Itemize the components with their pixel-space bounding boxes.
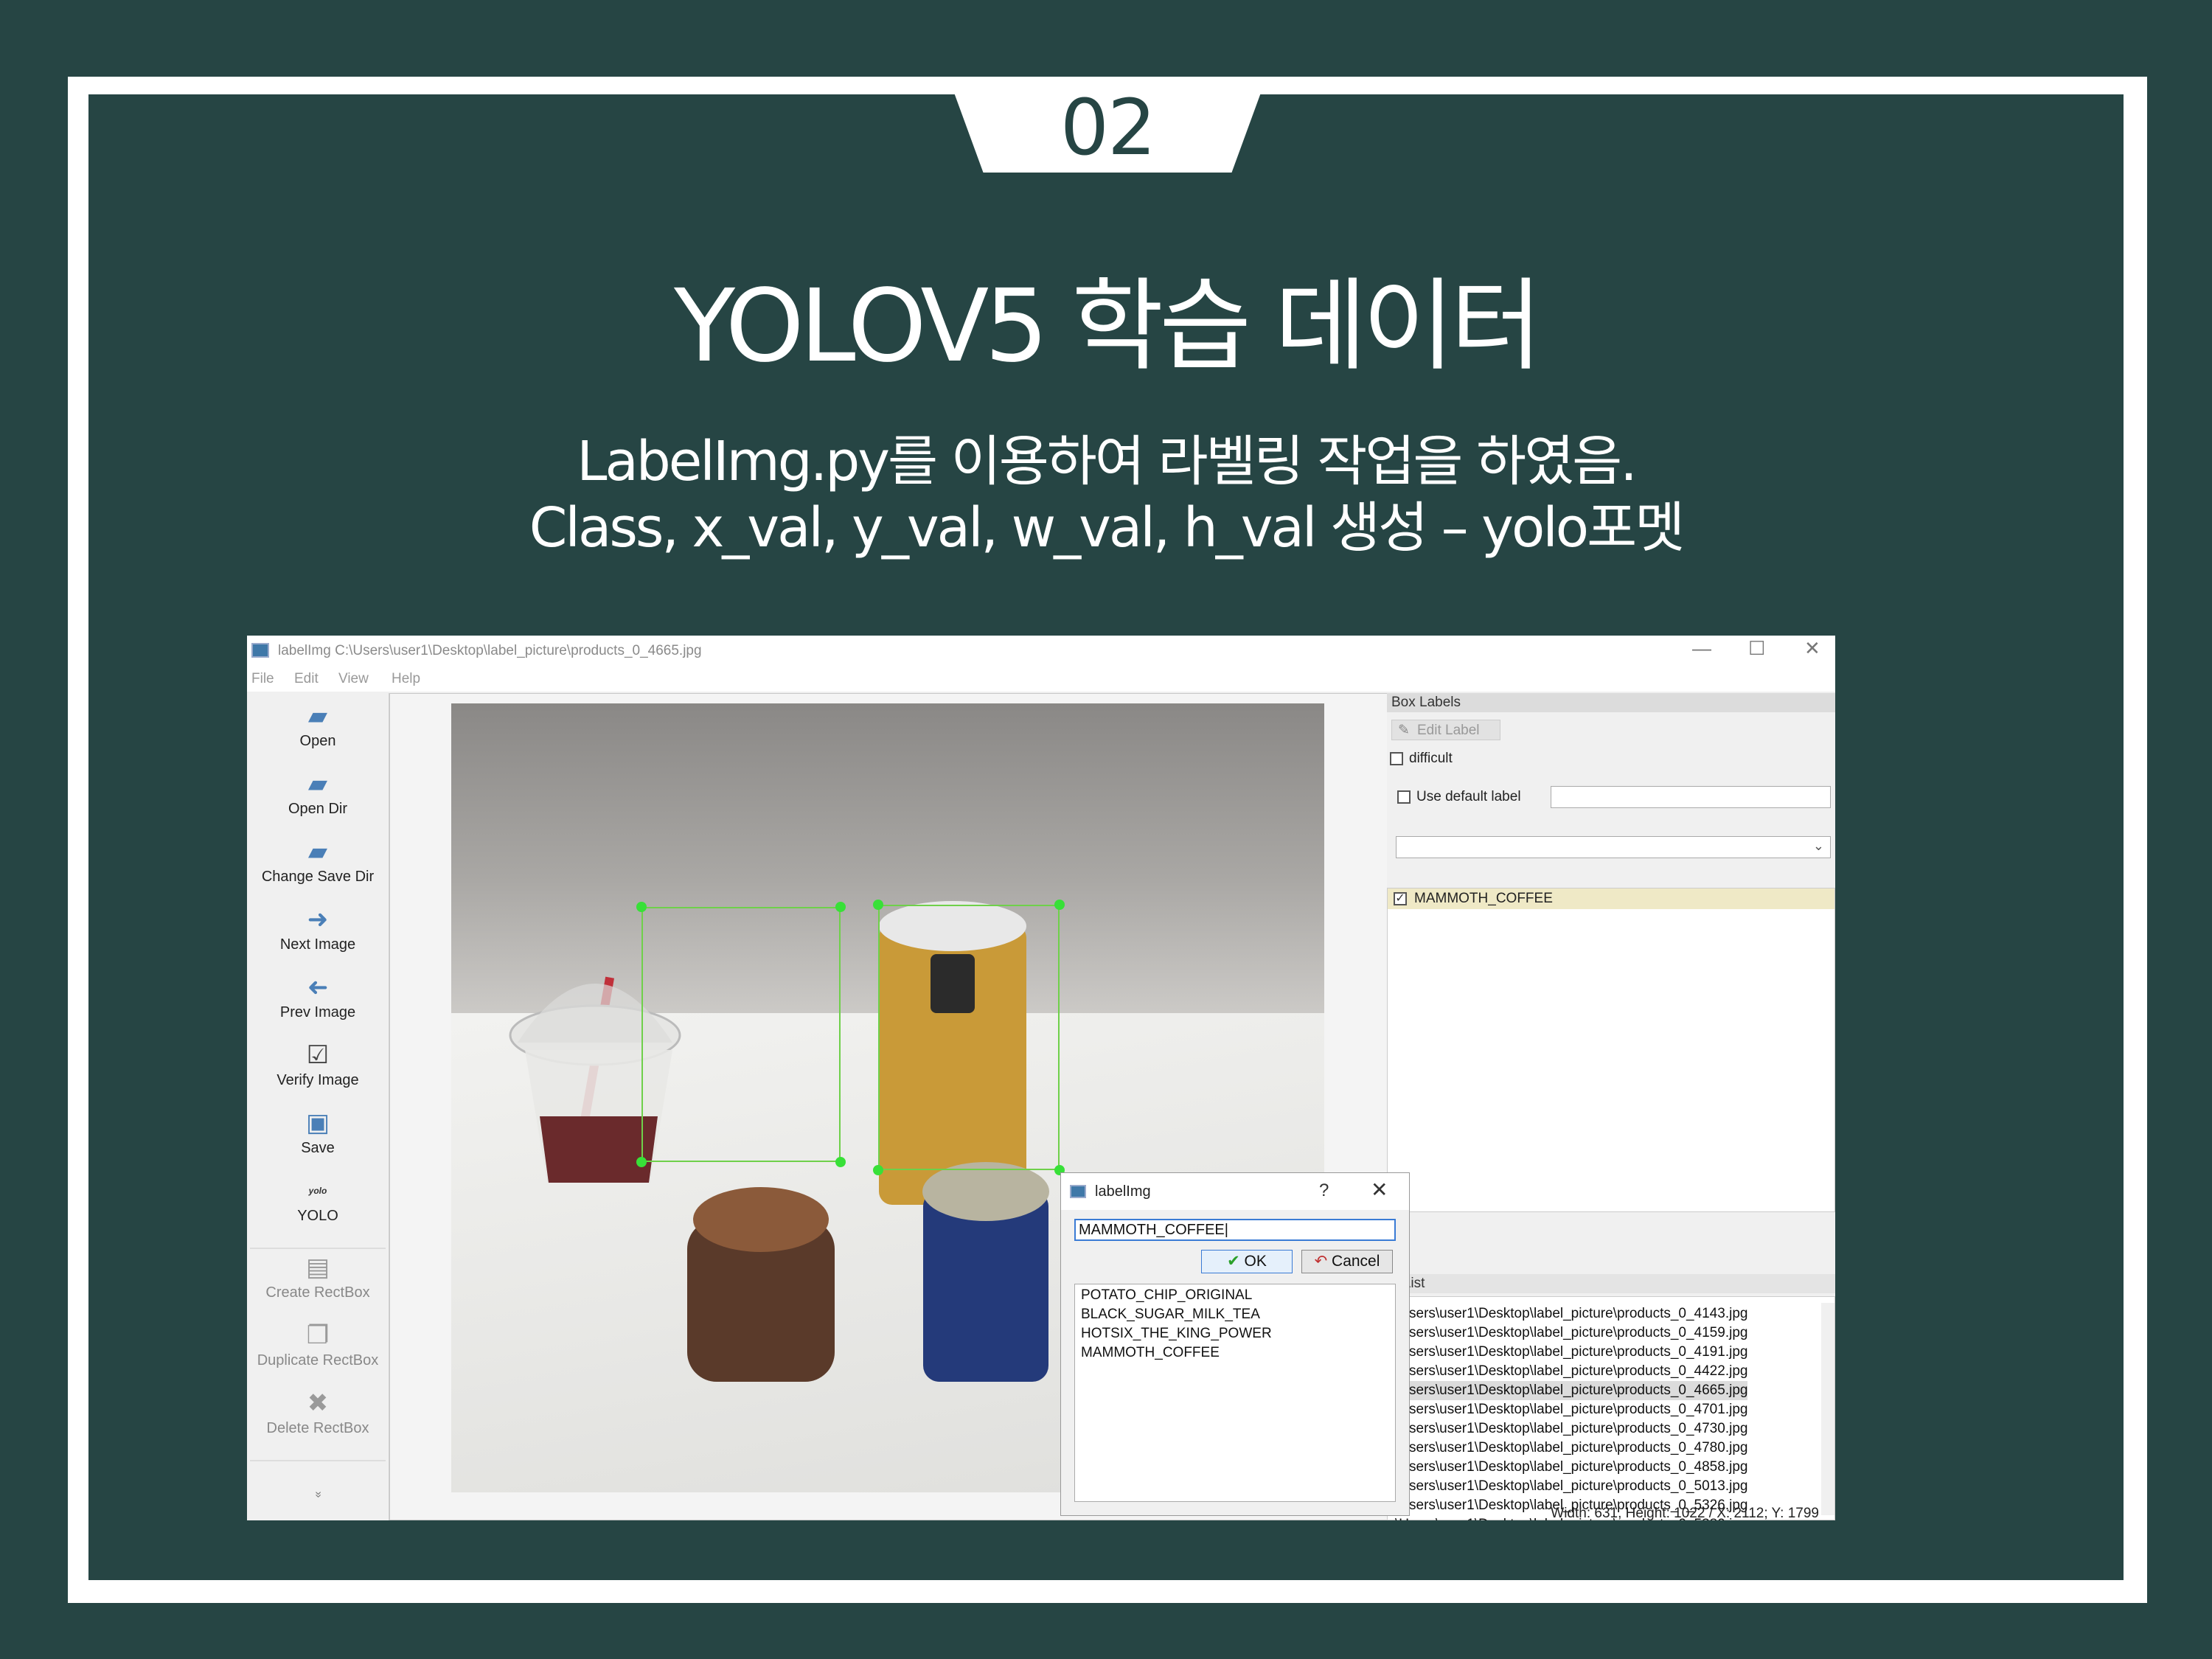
file-list-item[interactable]: \Users\user1\Desktop\label_picture\produ… xyxy=(1395,1400,1747,1419)
label-item-mammoth-coffee[interactable]: ✓ MAMMOTH_COFFEE xyxy=(1388,888,1834,909)
dialog-title: labelImg xyxy=(1095,1183,1151,1200)
window-title: labelImg C:\Users\user1\Desktop\label_pi… xyxy=(278,643,702,658)
open-button[interactable]: ▰ Open xyxy=(247,702,389,750)
undo-arrow-icon: ↶ xyxy=(1314,1253,1332,1270)
list-item[interactable]: POTATO_CHIP_ORIGINAL xyxy=(1081,1287,1252,1304)
menu-file[interactable]: File xyxy=(251,671,274,687)
box-labels-header: Box Labels xyxy=(1387,693,1835,712)
edit-label-button[interactable]: ✎ Edit Label xyxy=(1391,720,1500,740)
toolbar-separator xyxy=(250,1248,386,1249)
slide-title: YOLOV5 학습 데이터 xyxy=(674,268,1543,385)
duplicate-rectbox-button[interactable]: ❐ Duplicate RectBox xyxy=(247,1321,389,1369)
hotsix-can-top xyxy=(922,1162,1049,1221)
use-default-label-checkbox[interactable] xyxy=(1397,790,1411,804)
next-image-button[interactable]: ➜ Next Image xyxy=(247,905,389,953)
menu-view[interactable]: View xyxy=(338,671,369,687)
yolo-format-button[interactable]: yolo YOLO xyxy=(247,1177,389,1225)
label-suggestion-list[interactable]: POTATO_CHIP_ORIGINAL BLACK_SUGAR_MILK_TE… xyxy=(1074,1284,1396,1502)
file-list-item[interactable]: \Users\user1\Desktop\label_picture\produ… xyxy=(1395,1419,1747,1439)
status-bar: Width: 631, Height: 1022 / X: 2112; Y: 1… xyxy=(1551,1506,1819,1520)
use-default-label-text: Use default label xyxy=(1416,789,1521,804)
create-rect-icon: ▤ xyxy=(305,1253,330,1281)
arrow-right-icon: ➜ xyxy=(307,905,329,933)
default-label-input[interactable] xyxy=(1551,786,1831,808)
menu-bar xyxy=(247,665,1835,692)
toolbar-separator xyxy=(250,1460,386,1461)
bbox-mammoth-coffee[interactable] xyxy=(878,905,1060,1170)
arrow-left-icon: ➜ xyxy=(307,973,329,1001)
label-dialog: labelImg ? ✕ MAMMOTH_COFFEE| ✔ OK ↶ Canc… xyxy=(1060,1172,1410,1516)
bbox-handle[interactable] xyxy=(1054,900,1065,910)
file-list-item[interactable]: \Users\user1\Desktop\label_picture\produ… xyxy=(1395,1304,1747,1324)
app-icon xyxy=(1070,1185,1086,1198)
delete-rectbox-button[interactable]: ✖ Delete RectBox xyxy=(247,1389,389,1437)
toolbar-more-button[interactable]: » xyxy=(247,1485,389,1501)
bbox-handle[interactable] xyxy=(636,902,647,912)
close-button[interactable]: ✕ xyxy=(1804,637,1820,660)
slide-number: 02 xyxy=(1060,83,1156,173)
verify-image-button[interactable]: ☑ Verify Image xyxy=(247,1041,389,1089)
bbox-handle[interactable] xyxy=(873,1165,883,1175)
bbox-handle[interactable] xyxy=(873,900,883,910)
bbox-cup[interactable] xyxy=(641,907,841,1162)
folder-icon: ▰ xyxy=(307,702,328,730)
checkbox-icon: ☑ xyxy=(306,1041,330,1069)
file-list-item[interactable]: \Users\user1\Desktop\label_picture\produ… xyxy=(1395,1343,1747,1362)
labelimg-window: labelImg C:\Users\user1\Desktop\label_pi… xyxy=(247,636,1835,1520)
label-combo[interactable]: ⌄ xyxy=(1396,836,1831,858)
file-list-item[interactable]: \Users\user1\Desktop\label_picture\produ… xyxy=(1395,1381,1748,1400)
list-item[interactable]: BLACK_SUGAR_MILK_TEA xyxy=(1081,1307,1260,1323)
prev-image-button[interactable]: ➜ Prev Image xyxy=(247,973,389,1021)
folder-icon: ▰ xyxy=(307,770,328,798)
label-item-checkbox[interactable]: ✓ xyxy=(1394,892,1407,905)
cancel-button[interactable]: ↶ Cancel xyxy=(1301,1250,1393,1273)
toolbar: ▰ Open ▰ Open Dir ▰ Change Save Dir ➜ Ne… xyxy=(247,693,389,1520)
box-label-list[interactable]: ✓ MAMMOTH_COFFEE xyxy=(1387,888,1835,1212)
bbox-handle[interactable] xyxy=(835,1157,846,1167)
check-icon: ✔ xyxy=(1227,1253,1245,1270)
floppy-disk-icon: ▣ xyxy=(305,1109,330,1137)
open-dir-button[interactable]: ▰ Open Dir xyxy=(247,770,389,818)
save-button[interactable]: ▣ Save xyxy=(247,1109,389,1157)
ok-button[interactable]: ✔ OK xyxy=(1201,1250,1293,1273)
app-icon xyxy=(251,643,269,658)
jar-lid xyxy=(693,1187,829,1252)
bbox-handle[interactable] xyxy=(636,1157,647,1167)
file-list-item[interactable]: \Users\user1\Desktop\label_picture\produ… xyxy=(1395,1458,1747,1477)
file-list-item[interactable]: \Users\user1\Desktop\label_picture\produ… xyxy=(1395,1362,1747,1381)
bbox-handle[interactable] xyxy=(835,902,846,912)
file-list-item[interactable]: \Users\user1\Desktop\label_picture\produ… xyxy=(1395,1477,1747,1496)
difficult-checkbox[interactable] xyxy=(1390,752,1403,765)
duplicate-icon: ❐ xyxy=(306,1321,330,1349)
difficult-label: difficult xyxy=(1409,751,1453,766)
minimize-button[interactable]: — xyxy=(1692,637,1711,660)
label-name-input[interactable]: MAMMOTH_COFFEE| xyxy=(1074,1219,1396,1241)
dialog-close-button[interactable]: ✕ xyxy=(1371,1178,1388,1202)
menu-edit[interactable]: Edit xyxy=(294,671,319,687)
create-rectbox-button[interactable]: ▤ Create RectBox xyxy=(247,1253,389,1301)
right-panel: Box Labels ✎ Edit Label difficult Use de… xyxy=(1387,693,1835,1520)
file-list-header: e List xyxy=(1387,1274,1835,1293)
dialog-title-bar: labelImg ? ✕ xyxy=(1061,1173,1409,1210)
delete-x-icon: ✖ xyxy=(307,1389,329,1417)
list-item[interactable]: HOTSIX_THE_KING_POWER xyxy=(1081,1326,1272,1342)
cup-drink xyxy=(540,1116,658,1183)
maximize-button[interactable]: ☐ xyxy=(1748,637,1765,660)
label-item-text: MAMMOTH_COFFEE xyxy=(1414,891,1553,906)
title-bar: labelImg C:\Users\user1\Desktop\label_pi… xyxy=(247,636,1835,665)
file-list-scrollbar[interactable] xyxy=(1821,1303,1834,1515)
help-button[interactable]: ? xyxy=(1319,1180,1329,1201)
change-save-dir-button[interactable]: ▰ Change Save Dir xyxy=(247,838,389,886)
yolo-icon: yolo xyxy=(308,1186,327,1196)
folder-icon: ▰ xyxy=(307,838,328,866)
list-item[interactable]: MAMMOTH_COFFEE xyxy=(1081,1345,1220,1361)
chevron-down-icon: ⌄ xyxy=(1812,838,1824,853)
file-list-item[interactable]: \Users\user1\Desktop\label_picture\produ… xyxy=(1395,1439,1747,1458)
slide-subtitle-2: Class, x_val, y_val, w_val, h_val 생성 – y… xyxy=(529,496,1685,560)
menu-help[interactable]: Help xyxy=(392,671,420,687)
file-list[interactable]: \Users\user1\Desktop\label_picture\produ… xyxy=(1387,1296,1835,1520)
edit-icon: ✎ xyxy=(1398,723,1410,738)
file-list-item[interactable]: \Users\user1\Desktop\label_picture\produ… xyxy=(1395,1324,1747,1343)
